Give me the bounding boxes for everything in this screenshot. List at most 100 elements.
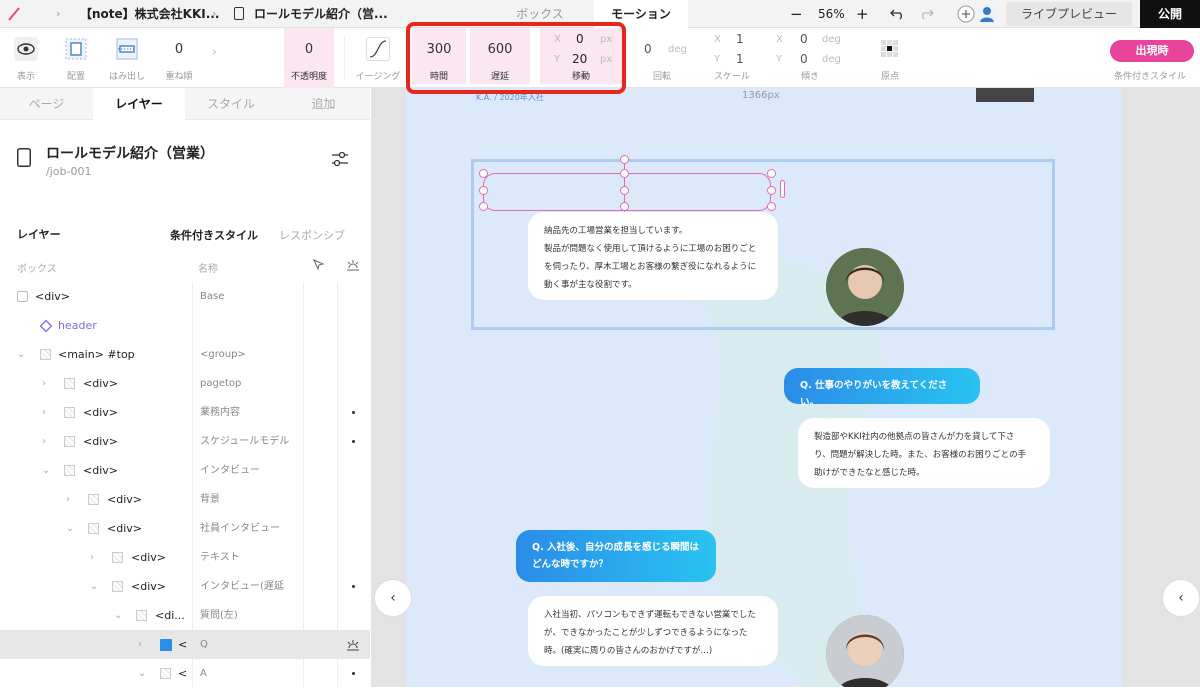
layer-row[interactable]: › <div> 業務内容 xyxy=(0,398,370,427)
layer-row[interactable]: <div> Base xyxy=(0,282,370,311)
resize-handle[interactable] xyxy=(479,202,488,211)
layer-row[interactable]: ⌄ <main> #top <group> xyxy=(0,340,370,369)
opacity-value[interactable]: 0 xyxy=(284,42,334,57)
rotate-tool[interactable]: 0 deg 回転 xyxy=(638,28,687,88)
scale-y-value[interactable]: 1 xyxy=(736,52,744,66)
breadcrumb-project[interactable]: 【note】株式会社KKI... xyxy=(80,0,219,28)
eye-icon xyxy=(17,43,35,55)
chevron-down-icon[interactable]: ⌄ xyxy=(90,572,98,601)
rotate-handle[interactable] xyxy=(620,155,629,164)
appear-state-button[interactable]: 出現時 xyxy=(1110,40,1194,62)
layer-row[interactable]: › <div> pagetop xyxy=(0,369,370,398)
publish-button[interactable]: 公開 xyxy=(1140,0,1200,28)
rotate-label: 回転 xyxy=(652,72,671,82)
chevron-right-icon[interactable]: › xyxy=(42,398,46,427)
tab-layers[interactable]: レイヤー xyxy=(93,88,185,120)
chevron-down-icon[interactable]: ⌄ xyxy=(17,340,25,369)
layers-heading: レイヤー xyxy=(17,228,61,241)
next-nav-button[interactable]: ‹ xyxy=(1162,579,1200,617)
user-avatar-icon[interactable] xyxy=(976,3,998,25)
stack-order-tool[interactable]: 0 重ね順 xyxy=(160,28,198,88)
chevron-right-icon[interactable]: › xyxy=(42,369,46,398)
subtab-responsive[interactable]: レスポンシブ xyxy=(279,227,345,243)
chevron-right-icon[interactable]: › xyxy=(42,427,46,456)
layer-node: <div> xyxy=(107,493,142,506)
tab-add[interactable]: 追加 xyxy=(277,88,370,120)
tab-page[interactable]: ページ xyxy=(0,88,93,120)
chevron-down-icon[interactable]: ⌄ xyxy=(114,601,122,630)
layer-row[interactable]: ⌄ < A xyxy=(0,659,370,688)
layer-row[interactable]: ⌄ <div> インタビュー xyxy=(0,456,370,485)
question-bubble-3: Q. 入社後、自分の成長を感じる瞬間は どんな時ですか？ xyxy=(516,530,716,582)
chevron-right-icon[interactable]: › xyxy=(66,485,70,514)
skew-label: 傾き xyxy=(800,72,819,82)
anchor-handle[interactable] xyxy=(620,186,629,195)
layer-row[interactable]: › <div> 背景 xyxy=(0,485,370,514)
layer-name: テキスト xyxy=(200,552,240,563)
chevron-right-icon: › xyxy=(212,7,217,20)
layer-row[interactable]: › <div> テキスト xyxy=(0,543,370,572)
origin-tool[interactable]: 原点 xyxy=(868,28,912,88)
scale-tool[interactable]: X 1 Y 1 スケール xyxy=(704,28,760,88)
opacity-tool[interactable]: 0 不透明度 xyxy=(284,28,334,88)
zoom-out-button[interactable]: − xyxy=(790,0,803,28)
add-collaborator-icon[interactable] xyxy=(956,4,976,24)
skew-y-value[interactable]: 0 xyxy=(800,52,808,66)
resize-handle[interactable] xyxy=(620,202,629,211)
easing-tool[interactable]: イージング xyxy=(352,28,404,88)
layer-name: Base xyxy=(200,291,225,302)
resize-handle[interactable] xyxy=(620,169,629,178)
layer-row-selected[interactable]: › < Q xyxy=(0,630,370,659)
chevron-down-icon[interactable]: ⌄ xyxy=(138,659,146,688)
pen-logo-icon[interactable] xyxy=(7,6,21,22)
stack-order-value[interactable]: 0 xyxy=(160,42,198,57)
prev-nav-button[interactable]: ‹ xyxy=(374,579,412,617)
undo-icon[interactable] xyxy=(890,8,906,20)
layer-row[interactable]: ⌄ <di... 質問(左) xyxy=(0,601,370,630)
placement-tool[interactable]: 配置 xyxy=(56,28,96,88)
overflow-icon xyxy=(116,38,138,60)
layer-row[interactable]: ⌄ <div> インタビュー(遅延 xyxy=(0,572,370,601)
skew-tool[interactable]: X 0 deg Y 0 deg 傾き xyxy=(770,28,850,88)
live-preview-button[interactable]: ライブプレビュー xyxy=(1006,2,1132,26)
display-label: 表示 xyxy=(16,72,35,82)
chevron-right-icon[interactable]: › xyxy=(138,630,142,659)
artboard[interactable]: K.A. / 2020年入社 1366px 納品先の工場営業を担当しています。 … xyxy=(406,88,1122,687)
display-tool[interactable]: 表示 xyxy=(6,28,46,88)
layer-name: 背景 xyxy=(200,494,220,505)
rotate-value[interactable]: 0 xyxy=(644,42,652,56)
layer-name: 質問(左) xyxy=(200,610,238,621)
scale-x-value[interactable]: 1 xyxy=(736,32,744,46)
resize-handle[interactable] xyxy=(767,202,776,211)
layer-row[interactable]: header xyxy=(0,311,370,340)
skew-x-value[interactable]: 0 xyxy=(800,32,808,46)
overflow-tool[interactable]: はみ出し xyxy=(104,28,150,88)
resize-handle[interactable] xyxy=(767,169,776,178)
layer-row[interactable]: › <div> スケジュールモデル xyxy=(0,427,370,456)
scale-y-label: Y xyxy=(714,54,721,65)
subtab-conditional-style[interactable]: 条件付きスタイル xyxy=(170,227,258,243)
layer-node: <div> xyxy=(131,580,166,593)
highlight-box xyxy=(406,22,626,94)
chevron-down-icon[interactable]: ⌄ xyxy=(66,514,74,543)
chevron-right-icon[interactable]: › xyxy=(212,45,217,59)
overflow-label: はみ出し xyxy=(108,72,145,82)
layer-row[interactable]: ⌄ <div> 社員インタビュー xyxy=(0,514,370,543)
chevron-right-icon[interactable]: › xyxy=(90,543,94,572)
settings-sliders-icon[interactable] xyxy=(331,151,349,167)
chevron-down-icon[interactable]: ⌄ xyxy=(42,456,50,485)
zoom-in-button[interactable]: + xyxy=(856,0,869,28)
resize-handle[interactable] xyxy=(767,186,776,195)
resize-handle[interactable] xyxy=(479,186,488,195)
tab-style[interactable]: スタイル xyxy=(185,88,277,120)
breadcrumb-page[interactable]: ロールモデル紹介（営... xyxy=(254,0,388,28)
appear-state-icon xyxy=(347,260,359,271)
easing-curve-icon xyxy=(369,40,387,58)
design-canvas[interactable]: K.A. / 2020年入社 1366px 納品先の工場営業を担当しています。 … xyxy=(372,88,1200,687)
resize-handle[interactable] xyxy=(479,169,488,178)
zoom-level[interactable]: 56% xyxy=(818,0,845,28)
rotate-unit: deg xyxy=(668,44,687,55)
layer-name: <group> xyxy=(200,349,246,360)
redo-icon[interactable] xyxy=(918,8,934,20)
side-resize-handle[interactable] xyxy=(780,180,785,198)
